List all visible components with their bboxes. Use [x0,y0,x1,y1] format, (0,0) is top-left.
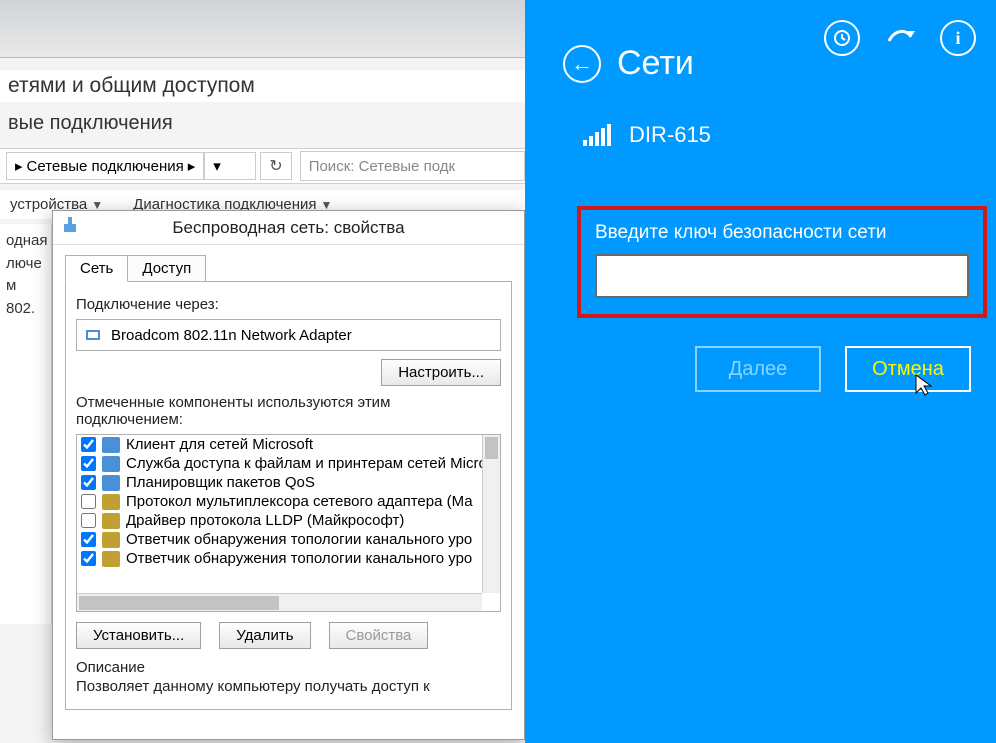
component-label: Ответчик обнаружения топологии канальног… [126,550,472,567]
back-button[interactable]: ← [563,45,601,83]
component-row[interactable]: Служба доступа к файлам и принтерам сете… [77,454,500,473]
tab-access[interactable]: Доступ [127,255,206,282]
video-controls: i [824,20,976,56]
component-row[interactable]: Ответчик обнаружения топологии канальног… [77,530,500,549]
chevron-right-icon: ▸ [188,157,196,175]
wifi-ssid: DIR-615 [629,122,711,148]
tab-network[interactable]: Сеть [65,255,128,282]
tab-panel: Подключение через: Broadcom 802.11n Netw… [65,281,512,710]
clock-icon[interactable] [824,20,860,56]
wifi-network-row[interactable]: DIR-615 [583,122,711,148]
description-box: Описание Позволяет данному компьютеру по… [76,659,501,695]
vertical-scrollbar[interactable] [482,435,500,593]
component-checkbox[interactable] [81,494,96,509]
breadcrumb-dropdown[interactable]: ▾ [204,152,256,180]
chevron-right-icon: ▸ [15,157,23,175]
horizontal-scrollbar[interactable] [77,593,482,611]
adapter-name: Broadcom 802.11n Network Adapter [111,327,352,344]
component-row[interactable]: Планировщик пакетов QoS [77,473,500,492]
cancel-label: Отмена [872,358,944,381]
next-button[interactable]: Далее [695,346,821,392]
protocol-icon [102,475,120,491]
breadcrumb-text: Сетевые подключения [27,158,184,175]
breadcrumb-segment[interactable]: ▸ Сетевые подключения ▸ [6,152,204,180]
networks-header: ← Сети [563,44,694,83]
properties-dialog: Беспроводная сеть: свойства Сеть Доступ … [52,210,525,740]
component-label: Планировщик пакетов QoS [126,474,315,491]
protocol-icon [102,551,120,567]
security-key-input[interactable] [595,254,969,298]
refresh-icon: ↻ [269,158,282,175]
adapter-icon [61,217,79,235]
networks-panel: i ← Сети DIR-615 Введите ключ безопаснос… [525,0,996,743]
browser-tab-bar [0,0,525,58]
remove-button[interactable]: Удалить [219,622,310,649]
component-checkbox[interactable] [81,532,96,547]
protocol-icon [102,532,120,548]
refresh-button[interactable]: ↻ [260,152,291,180]
window-subtitle-partial: вые подключения [0,108,181,139]
configure-button[interactable]: Настроить... [381,359,501,386]
properties-button[interactable]: Свойства [329,622,429,649]
components-label: Отмеченные компоненты используются этим … [76,394,501,428]
nic-icon [85,326,103,344]
arrow-left-icon: ← [571,51,593,77]
wifi-signal-icon [583,124,611,146]
protocol-icon [102,494,120,510]
networks-title: Сети [617,44,694,83]
info-icon[interactable]: i [940,20,976,56]
tab-strip: Сеть Доступ [53,245,524,282]
component-label: Протокол мультиплексора сетевого адаптер… [126,493,473,510]
component-label: Служба доступа к файлам и принтерам сете… [126,455,487,472]
share-icon[interactable] [882,20,918,56]
dialog-title: Беспроводная сеть: свойства [172,218,404,238]
network-buttons: Далее Отмена [695,346,971,392]
component-row[interactable]: Протокол мультиплексора сетевого адаптер… [77,492,500,511]
window-title-partial: етями и общим доступом [0,70,525,102]
protocol-icon [102,437,120,453]
security-key-label: Введите ключ безопасности сети [595,222,969,244]
security-key-block: Введите ключ безопасности сети [577,206,987,318]
description-text: Позволяет данному компьютеру получать до… [76,678,501,695]
cancel-button[interactable]: Отмена [845,346,971,392]
component-label: Драйвер протокола LLDP (Майкрософт) [126,512,404,529]
description-header: Описание [76,659,501,676]
breadcrumb-bar: ▸ Сетевые подключения ▸ ▾ ↻ Поиск: Сетев… [0,148,525,184]
component-row[interactable]: Драйвер протокола LLDP (Майкрософт) [77,511,500,530]
component-checkbox[interactable] [81,475,96,490]
chevron-down-icon: ▾ [213,157,221,175]
item-label-partial: одная лючe м 802. [0,224,52,624]
protocol-icon [102,513,120,529]
component-checkbox[interactable] [81,551,96,566]
component-checkbox[interactable] [81,456,96,471]
component-row[interactable]: Клиент для сетей Microsoft [77,435,500,454]
search-input[interactable]: Поиск: Сетевые подк [300,151,525,181]
component-label: Клиент для сетей Microsoft [126,436,313,453]
connect-via-label: Подключение через: [76,296,501,313]
install-button[interactable]: Установить... [76,622,201,649]
component-checkbox[interactable] [81,513,96,528]
search-placeholder: Поиск: Сетевые подк [309,158,455,175]
protocol-icon [102,456,120,472]
dialog-titlebar: Беспроводная сеть: свойства [53,211,524,245]
component-row[interactable]: Ответчик обнаружения топологии канальног… [77,549,500,568]
component-checkbox[interactable] [81,437,96,452]
adapter-field: Broadcom 802.11n Network Adapter [76,319,501,351]
component-label: Ответчик обнаружения топологии канальног… [126,531,472,548]
components-list: Клиент для сетей Microsoft Служба доступа… [76,434,501,612]
